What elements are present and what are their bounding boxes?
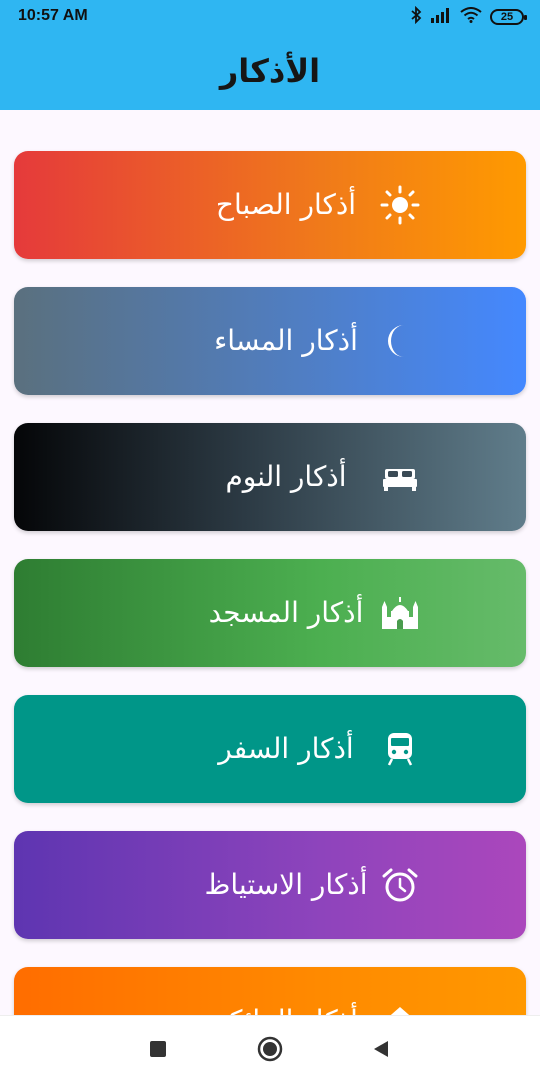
battery-icon: 25	[490, 9, 527, 25]
card-label: أذكار المائكة	[214, 967, 358, 1015]
wifi-icon	[460, 7, 482, 27]
card-label: أذكار السفر	[218, 732, 354, 765]
page-title: الأذكار	[219, 52, 321, 90]
system-nav-bar	[0, 1015, 540, 1080]
card-morning-adhkar[interactable]: أذكار الصباح	[14, 151, 526, 259]
card-label: أذكار المساء	[214, 324, 358, 357]
card-label: أذكار النوم	[225, 460, 347, 493]
mosque-icon	[380, 593, 420, 633]
status-time: 10:57 AM	[18, 7, 88, 24]
card-travel-adhkar[interactable]: أذكار السفر	[14, 695, 526, 803]
status-icons: 25	[410, 5, 527, 28]
card-mosque-adhkar[interactable]: أذكار المسجد	[14, 559, 526, 667]
sun-icon	[380, 185, 420, 225]
card-house-adhkar[interactable]: أذكار المائكة	[14, 967, 526, 1015]
bed-icon	[380, 457, 420, 497]
card-label: أذكار الاستياظ	[204, 868, 368, 901]
back-button[interactable]	[368, 1036, 394, 1062]
status-bar: 10:57 AM 25	[0, 0, 540, 34]
card-label: أذكار المسجد	[208, 596, 364, 629]
card-waking-adhkar[interactable]: أذكار الاستياظ	[14, 831, 526, 939]
signal-icon	[430, 7, 452, 27]
moon-icon	[380, 321, 420, 361]
bluetooth-icon	[410, 5, 422, 28]
train-icon	[380, 729, 420, 769]
home-icon	[380, 1001, 420, 1015]
alarm-clock-icon	[380, 865, 420, 905]
card-evening-adhkar[interactable]: أذكار المساء	[14, 287, 526, 395]
adhkar-list[interactable]: أذكار الصباح أذكار المساء أذكار النوم أذ…	[0, 110, 540, 1015]
home-button[interactable]	[257, 1036, 283, 1062]
recents-button[interactable]	[145, 1036, 171, 1062]
card-label: أذكار الصباح	[215, 188, 357, 221]
app-header: 10:57 AM 25 الأذكار	[0, 0, 540, 110]
card-sleep-adhkar[interactable]: أذكار النوم	[14, 423, 526, 531]
